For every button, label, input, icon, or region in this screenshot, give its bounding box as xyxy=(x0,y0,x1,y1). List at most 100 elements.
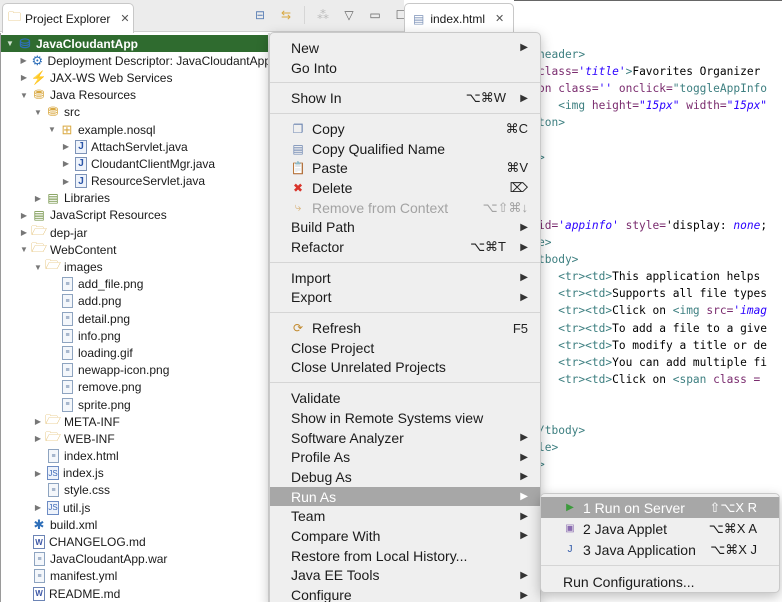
tree-item[interactable]: W README.md xyxy=(1,585,271,602)
collapsed-twisty-icon[interactable]: ▶ xyxy=(33,417,43,426)
tree-item[interactable]: W CHANGELOG.md xyxy=(1,533,271,550)
collapsed-twisty-icon[interactable]: ▶ xyxy=(19,73,29,82)
tree-item[interactable]: ▶ J CloudantClientMgr.java xyxy=(1,155,271,172)
menu-item-configure[interactable]: Configure ▶ xyxy=(270,585,540,602)
code-line: <img height="15px" width="15px" xyxy=(538,99,767,116)
close-icon[interactable]: ✕ xyxy=(495,12,504,25)
menu-item-copy[interactable]: ❐ Copy ⌘C xyxy=(270,119,540,139)
collapsed-twisty-icon[interactable]: ▶ xyxy=(33,194,43,203)
tree-item[interactable]: ▼ ⊞ example.nosql xyxy=(1,121,271,138)
collapsed-twisty-icon[interactable]: ▶ xyxy=(19,228,29,237)
menu-item-refresh[interactable]: ⟳ Refresh F5 xyxy=(270,318,540,338)
view-menu-icon[interactable]: ▽ xyxy=(341,7,357,23)
expanded-twisty-icon[interactable]: ▼ xyxy=(33,263,43,272)
menu-item-delete[interactable]: ✖ Delete ⌦ xyxy=(270,178,540,198)
close-icon[interactable]: ✕ xyxy=(120,12,129,25)
collapsed-twisty-icon[interactable]: ▶ xyxy=(33,503,43,512)
js-file-icon: JS xyxy=(47,466,59,481)
menu-item-go-into[interactable]: Go Into xyxy=(270,58,540,78)
expanded-twisty-icon[interactable]: ▼ xyxy=(33,108,43,117)
expanded-twisty-icon[interactable]: ▼ xyxy=(19,91,29,100)
tree-item[interactable]: ▶ J ResourceServlet.java xyxy=(1,173,271,190)
menu-item-show-in-remote-systems-view[interactable]: Show in Remote Systems view xyxy=(270,408,540,428)
collapsed-twisty-icon[interactable]: ▶ xyxy=(33,434,43,443)
tree-item[interactable]: ▼ ⛃ Java Resources xyxy=(1,87,271,104)
collapse-all-icon[interactable]: ⊟ xyxy=(252,7,268,23)
menu-item-paste[interactable]: 📋 Paste ⌘V xyxy=(270,158,540,178)
menu-separator xyxy=(270,312,540,314)
tree-item[interactable]: ▶ J AttachServlet.java xyxy=(1,138,271,155)
menu-item-show-in[interactable]: Show In ⌥⌘W ▶ xyxy=(270,88,540,108)
tree-item[interactable]: ▶ ⚙ Deployment Descriptor: JavaCloudantApp xyxy=(1,52,271,69)
code-editor[interactable]: header> class='title'>Favorites Organizer… xyxy=(538,48,767,527)
tree-item[interactable]: ≡ add.png xyxy=(1,293,271,310)
tree-item[interactable]: ▼ ⛁ JavaCloudantApp xyxy=(1,35,291,53)
tree-item[interactable]: ✱ build.xml xyxy=(1,516,271,533)
collapsed-twisty-icon[interactable]: ▶ xyxy=(33,469,43,478)
menu-item-close-project[interactable]: Close Project xyxy=(270,338,540,358)
tree-item[interactable]: ▼ 🗁 WebContent xyxy=(1,240,271,258)
tree-item[interactable]: ≡ info.png xyxy=(1,327,271,344)
menu-item-copy-qualified-name[interactable]: ▤ Copy Qualified Name xyxy=(270,139,540,159)
expanded-twisty-icon[interactable]: ▼ xyxy=(5,39,15,48)
submenu-item-2-java-applet[interactable]: ▣ 2 Java Applet ⌥⌘X A xyxy=(541,518,779,539)
tree-item[interactable]: ▼ 🗁 images xyxy=(1,257,271,275)
menu-item-software-analyzer[interactable]: Software Analyzer ▶ xyxy=(270,428,540,448)
tree-item[interactable]: ▼ ⛃ src xyxy=(1,104,271,121)
menu-item-import[interactable]: Import ▶ xyxy=(270,268,540,288)
collapsed-twisty-icon[interactable]: ▶ xyxy=(61,177,71,186)
tree-item[interactable]: ≡ index.html xyxy=(1,448,271,465)
code-line: <tr><td>Click on <img src='imag xyxy=(538,304,767,321)
expanded-twisty-icon[interactable]: ▼ xyxy=(47,125,57,134)
collapsed-twisty-icon[interactable]: ▶ xyxy=(61,142,71,151)
collapsed-twisty-icon[interactable]: ▶ xyxy=(61,159,71,168)
tab-project-explorer[interactable]: 🗀 Project Explorer ✕ xyxy=(2,3,134,33)
menu-item-java-ee-tools[interactable]: Java EE Tools ▶ xyxy=(270,566,540,586)
collapsed-twisty-icon[interactable]: ▶ xyxy=(19,56,28,65)
code-token: <tr><td> xyxy=(538,321,613,335)
tree-item[interactable]: ≡ loading.gif xyxy=(1,344,271,361)
collapsed-twisty-icon[interactable]: ▶ xyxy=(19,211,29,220)
submenu-arrow-icon: ▶ xyxy=(520,42,528,54)
menu-item-profile-as[interactable]: Profile As ▶ xyxy=(270,447,540,467)
menu-item-team[interactable]: Team ▶ xyxy=(270,506,540,526)
submenu-item-3-java-application[interactable]: J 3 Java Application ⌥⌘X J xyxy=(541,539,779,560)
submenu-item-1-run-on-server[interactable]: ▶ 1 Run on Server ⇧⌥X R xyxy=(541,497,779,518)
tree-item[interactable]: ▶ 🗁 WEB-INF xyxy=(1,429,271,447)
menu-item-compare-with[interactable]: Compare With ▶ xyxy=(270,526,540,546)
tree-item-label: ResourceServlet.java xyxy=(91,174,206,189)
tree-item[interactable]: ≡ style.css xyxy=(1,482,271,499)
tree-item[interactable]: ≡ newapp-icon.png xyxy=(1,362,271,379)
menu-item-restore-from-local-history[interactable]: Restore from Local History... xyxy=(270,546,540,566)
submenu-arrow-icon: ▶ xyxy=(520,432,528,444)
menu-item-label: Export xyxy=(291,289,332,306)
tree-item[interactable]: ≡ add_file.png xyxy=(1,276,271,293)
menu-item-refactor[interactable]: Refactor ⌥⌘T ▶ xyxy=(270,237,540,257)
tree-item[interactable]: ≡ sprite.png xyxy=(1,396,271,413)
expanded-twisty-icon[interactable]: ▼ xyxy=(19,245,29,254)
tree-item[interactable]: ▶ 🗁 META-INF xyxy=(1,412,271,430)
submenu-item-run-configurations[interactable]: Run Configurations... xyxy=(541,571,779,592)
tree-item[interactable]: ≡ detail.png xyxy=(1,310,271,327)
minimize-icon[interactable]: ▭ xyxy=(367,7,383,23)
tab-index-html[interactable]: ▤ index.html ✕ xyxy=(404,3,514,33)
tree-item[interactable]: ≡ remove.png xyxy=(1,379,271,396)
tree-item[interactable]: ▶ ⚡ JAX-WS Web Services xyxy=(1,69,271,86)
tree-item[interactable]: ▶ ▤ Libraries xyxy=(1,190,271,207)
tree-item[interactable]: ≡ manifest.yml xyxy=(1,568,271,585)
tree-item[interactable]: ▶ JS index.js xyxy=(1,465,271,482)
menu-item-export[interactable]: Export ▶ xyxy=(270,288,540,308)
shortcut-label: ⌥⌘T xyxy=(470,239,506,255)
menu-item-run-as[interactable]: Run As ▶ xyxy=(270,486,540,507)
menu-item-debug-as[interactable]: Debug As ▶ xyxy=(270,467,540,487)
tree-item[interactable]: ▶ JS util.js xyxy=(1,499,271,516)
submenu-arrow-icon: ▶ xyxy=(520,221,528,233)
file-icon: ≡ xyxy=(62,380,73,395)
tree-item[interactable]: ≡ JavaCloudantApp.war xyxy=(1,551,271,568)
menu-item-build-path[interactable]: Build Path ▶ xyxy=(270,218,540,238)
focus-icon[interactable]: ⁂ xyxy=(315,7,331,23)
link-with-editor-icon[interactable]: ⇆ xyxy=(278,7,294,23)
menu-item-close-unrelated-projects[interactable]: Close Unrelated Projects xyxy=(270,358,540,378)
menu-item-new[interactable]: New ▶ xyxy=(270,38,540,58)
menu-item-validate[interactable]: Validate xyxy=(270,388,540,408)
